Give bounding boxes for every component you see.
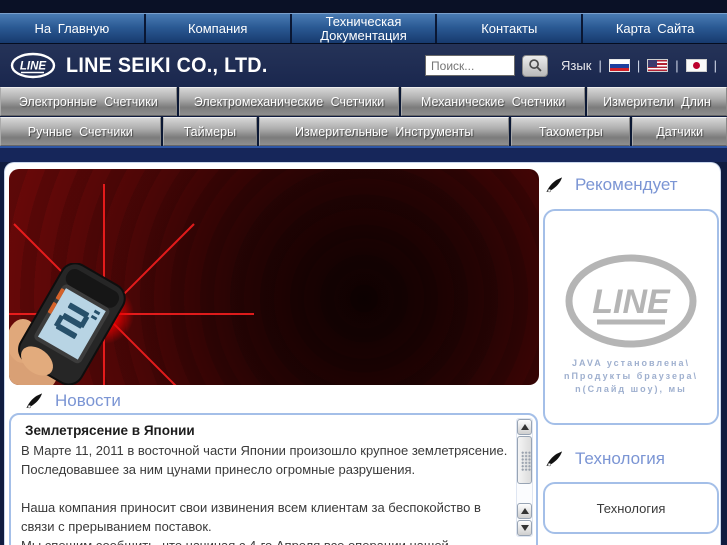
banner-image: [9, 169, 539, 385]
scrollbar-track[interactable]: [517, 484, 532, 503]
recommends-section-heading: Рекомендует: [545, 175, 678, 195]
navy-gap: [0, 148, 727, 162]
line-oval-logo-icon: LINE: [10, 52, 56, 79]
nav-documentation[interactable]: Техническая Документация: [291, 13, 436, 43]
russian-flag-icon[interactable]: [608, 59, 630, 72]
technology-title: Технология: [575, 449, 665, 468]
menu-timers[interactable]: Таймеры: [162, 117, 258, 146]
nav-home-label: На Главную: [34, 20, 110, 36]
menu-hand-counters[interactable]: Ручные Счетчики: [0, 117, 161, 146]
menu-tachometers[interactable]: Тахометры: [511, 117, 631, 146]
technology-section-heading: Технология: [545, 449, 665, 469]
nav-sitemap-label: Карта Сайта: [615, 20, 695, 36]
java-notice-line: nПродукты браузера\: [563, 371, 699, 381]
nav-contacts-label: Контакты: [481, 20, 538, 36]
java-notice: JAVA установлена\ nПродукты браузера\ n(…: [564, 357, 698, 396]
top-navigation: На Главную Компания Техническая Документ…: [0, 13, 727, 44]
news-box: Землетрясение в Японии В Марте 11, 2011 …: [9, 413, 538, 545]
scroll-up-button-bottom[interactable]: [517, 503, 532, 519]
nav-documentation-label-1: Техническая: [325, 13, 402, 29]
product-menu-row-1: Электронные Счетчики Электромеханические…: [0, 87, 727, 116]
separator: |: [713, 58, 717, 73]
language-label: Язык: [561, 58, 592, 73]
logo-text: LINE: [20, 61, 47, 73]
news-paragraph: Наша компания приносит свои извинения вс…: [21, 500, 481, 534]
nav-contacts[interactable]: Контакты: [437, 14, 582, 43]
recommends-title: Рекомендует: [575, 175, 678, 194]
main-content-panel: Новости Землетрясение в Японии В Марте 1…: [4, 162, 721, 545]
top-background-strip: [0, 0, 727, 13]
triangle-up-icon: [520, 508, 529, 514]
menu-mechanical-counters[interactable]: Механические Счетчики: [401, 87, 585, 116]
news-article-title: Землетрясение в Японии: [25, 423, 195, 438]
nav-home[interactable]: На Главную: [0, 14, 144, 43]
company-name: LINE SEIKI CO., LTD.: [66, 53, 268, 77]
header-bar: LINE LINE SEIKI CO., LTD. Язык | | | |: [0, 44, 727, 87]
menu-electronic-counters[interactable]: Электронные Счетчики: [0, 87, 177, 116]
menu-length-meters[interactable]: Измерители Длин: [586, 87, 727, 116]
product-menu-row-2: Ручные Счетчики Таймеры Измерительные Ин…: [0, 117, 727, 146]
java-notice-line: n(Слайд шоу), мы: [575, 384, 687, 394]
tachometer-device-image: [9, 263, 126, 385]
separator: |: [598, 58, 602, 73]
pen-icon: [26, 392, 43, 408]
search-icon: [528, 59, 542, 72]
menu-electromechanical-counters[interactable]: Электромеханические Счетчики: [178, 87, 400, 116]
nav-company[interactable]: Компания: [145, 14, 290, 43]
recommends-box: LINE JAVA установлена\ nПродукты браузер…: [543, 209, 719, 425]
technology-box: Технология: [543, 482, 719, 534]
separator: |: [675, 58, 679, 73]
news-title: Новости: [55, 391, 121, 410]
nav-company-label: Компания: [187, 20, 248, 36]
search-input[interactable]: [425, 55, 516, 76]
scroll-down-button[interactable]: [517, 520, 532, 536]
line-gray-logo-icon: LINE: [565, 254, 697, 348]
triangle-up-icon: [520, 424, 529, 430]
nav-documentation-label-2: Документация: [320, 27, 407, 43]
triangle-down-icon: [520, 525, 529, 531]
java-notice-line: JAVA установлена\: [572, 358, 690, 368]
nav-sitemap[interactable]: Карта Сайта: [583, 14, 727, 43]
scrollbar-thumb[interactable]: [517, 436, 532, 484]
japanese-flag-icon[interactable]: [685, 59, 707, 72]
pen-icon: [546, 450, 563, 466]
news-scrollbar[interactable]: [516, 418, 533, 537]
pen-icon: [546, 176, 563, 192]
separator: |: [636, 58, 641, 73]
scroll-up-button[interactable]: [517, 419, 532, 435]
menu-sensors[interactable]: Датчики: [632, 117, 727, 146]
search-button[interactable]: [522, 54, 549, 77]
american-flag-icon[interactable]: [647, 59, 669, 72]
news-paragraph: Мы спешим сообщить, что начиная с 4-го А…: [21, 536, 510, 545]
menu-measuring-instruments[interactable]: Измерительные Инструменты: [259, 117, 510, 146]
technology-link[interactable]: Технология: [597, 501, 666, 516]
news-scroll-area[interactable]: Землетрясение в Японии В Марте 11, 2011 …: [21, 421, 510, 545]
news-paragraph: В Марте 11, 2011 в восточной части Япони…: [21, 443, 508, 477]
news-section-heading: Новости: [25, 391, 121, 411]
gray-logo-text: LINE: [592, 283, 671, 321]
company-logo[interactable]: LINE LINE SEIKI CO., LTD.: [10, 52, 280, 79]
